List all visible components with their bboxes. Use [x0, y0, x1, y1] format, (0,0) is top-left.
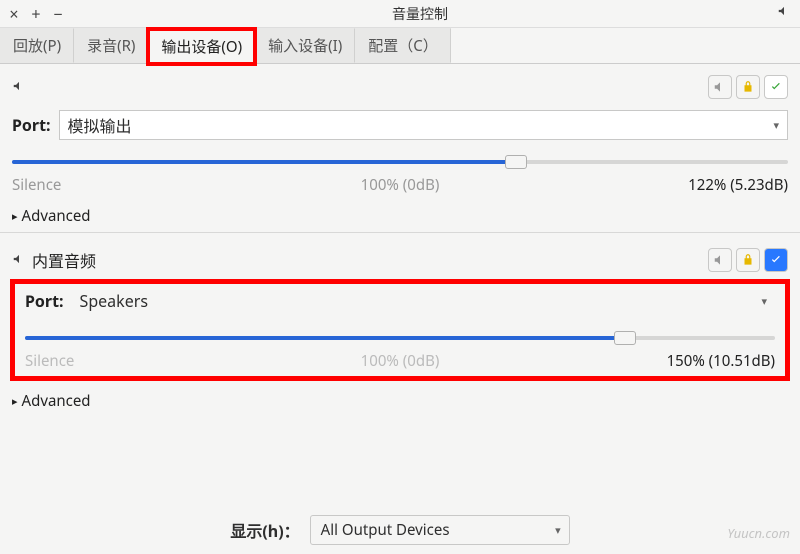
port-label: Port:: [25, 290, 64, 312]
lock-button[interactable]: [736, 248, 760, 272]
volume-app-icon: [777, 4, 791, 23]
device-1-block: Port: 模拟输出 Silence 100% (0dB) 122% (5.23…: [0, 64, 800, 226]
tab-configuration[interactable]: 配置（C）: [355, 28, 450, 63]
highlight-box: Port: Speakers Silence 100% (0dB) 150% (…: [10, 279, 790, 381]
minimize-button[interactable]: −: [50, 6, 66, 22]
new-button[interactable]: +: [28, 6, 44, 22]
device-1-port-select[interactable]: 模拟输出: [59, 110, 788, 140]
watermark: Yuucn.com: [727, 524, 790, 542]
window-title: 音量控制: [66, 4, 774, 24]
device-2-block: 内置音频 Port: Speakers: [0, 237, 800, 411]
device-2-title: 内置音频: [12, 248, 704, 272]
device-2-volume-value: 150% (10.51dB): [667, 351, 775, 371]
tab-output-devices[interactable]: 输出设备(O): [148, 29, 255, 64]
silence-label: Silence: [12, 175, 61, 195]
advanced-label: Advanced: [22, 206, 91, 226]
advanced-label: Advanced: [22, 391, 91, 411]
device-1-advanced-expander[interactable]: Advanced: [12, 206, 788, 226]
port-label: Port:: [12, 114, 51, 136]
center-label: 100% (0dB): [361, 175, 440, 195]
default-button[interactable]: [764, 248, 788, 272]
mute-button[interactable]: [708, 75, 732, 99]
tab-input-devices[interactable]: 输入设备(I): [255, 28, 355, 63]
device-1-port-row: Port: 模拟输出: [12, 110, 788, 140]
show-label: 显示(h)：: [230, 518, 299, 542]
bottom-bar: 显示(h)： All Output Devices: [0, 506, 800, 554]
device-1-title: [12, 76, 704, 98]
device-1-volume-value: 122% (5.23dB): [688, 175, 788, 195]
port-value: Speakers: [80, 290, 148, 312]
device-2-port-select[interactable]: Speakers: [72, 286, 775, 316]
lock-button[interactable]: [736, 75, 760, 99]
tab-recording[interactable]: 录音(R): [74, 28, 148, 63]
tab-bar: 回放(P) 录音(R) 输出设备(O) 输入设备(I) 配置（C）: [0, 28, 800, 64]
device-2-title-text: 内置音频: [32, 248, 96, 272]
device-2-port-row: Port: Speakers: [25, 286, 775, 316]
speaker-icon: [12, 249, 26, 271]
silence-label: Silence: [25, 351, 74, 371]
port-value: 模拟输出: [68, 113, 132, 137]
close-button[interactable]: ×: [6, 6, 22, 22]
device-2-advanced-expander[interactable]: Advanced: [12, 391, 788, 411]
content-area: Port: 模拟输出 Silence 100% (0dB) 122% (5.23…: [0, 64, 800, 411]
divider: [0, 232, 800, 233]
show-filter-select[interactable]: All Output Devices: [310, 515, 570, 545]
center-label: 100% (0dB): [361, 351, 440, 371]
device-2-volume-slider[interactable]: [25, 328, 775, 348]
titlebar: × + − 音量控制: [0, 0, 800, 28]
default-button[interactable]: [764, 75, 788, 99]
mute-button[interactable]: [708, 248, 732, 272]
tab-playback[interactable]: 回放(P): [0, 28, 74, 63]
speaker-icon: [12, 76, 26, 98]
device-1-volume-slider[interactable]: [12, 152, 788, 172]
show-filter-value: All Output Devices: [321, 520, 450, 540]
